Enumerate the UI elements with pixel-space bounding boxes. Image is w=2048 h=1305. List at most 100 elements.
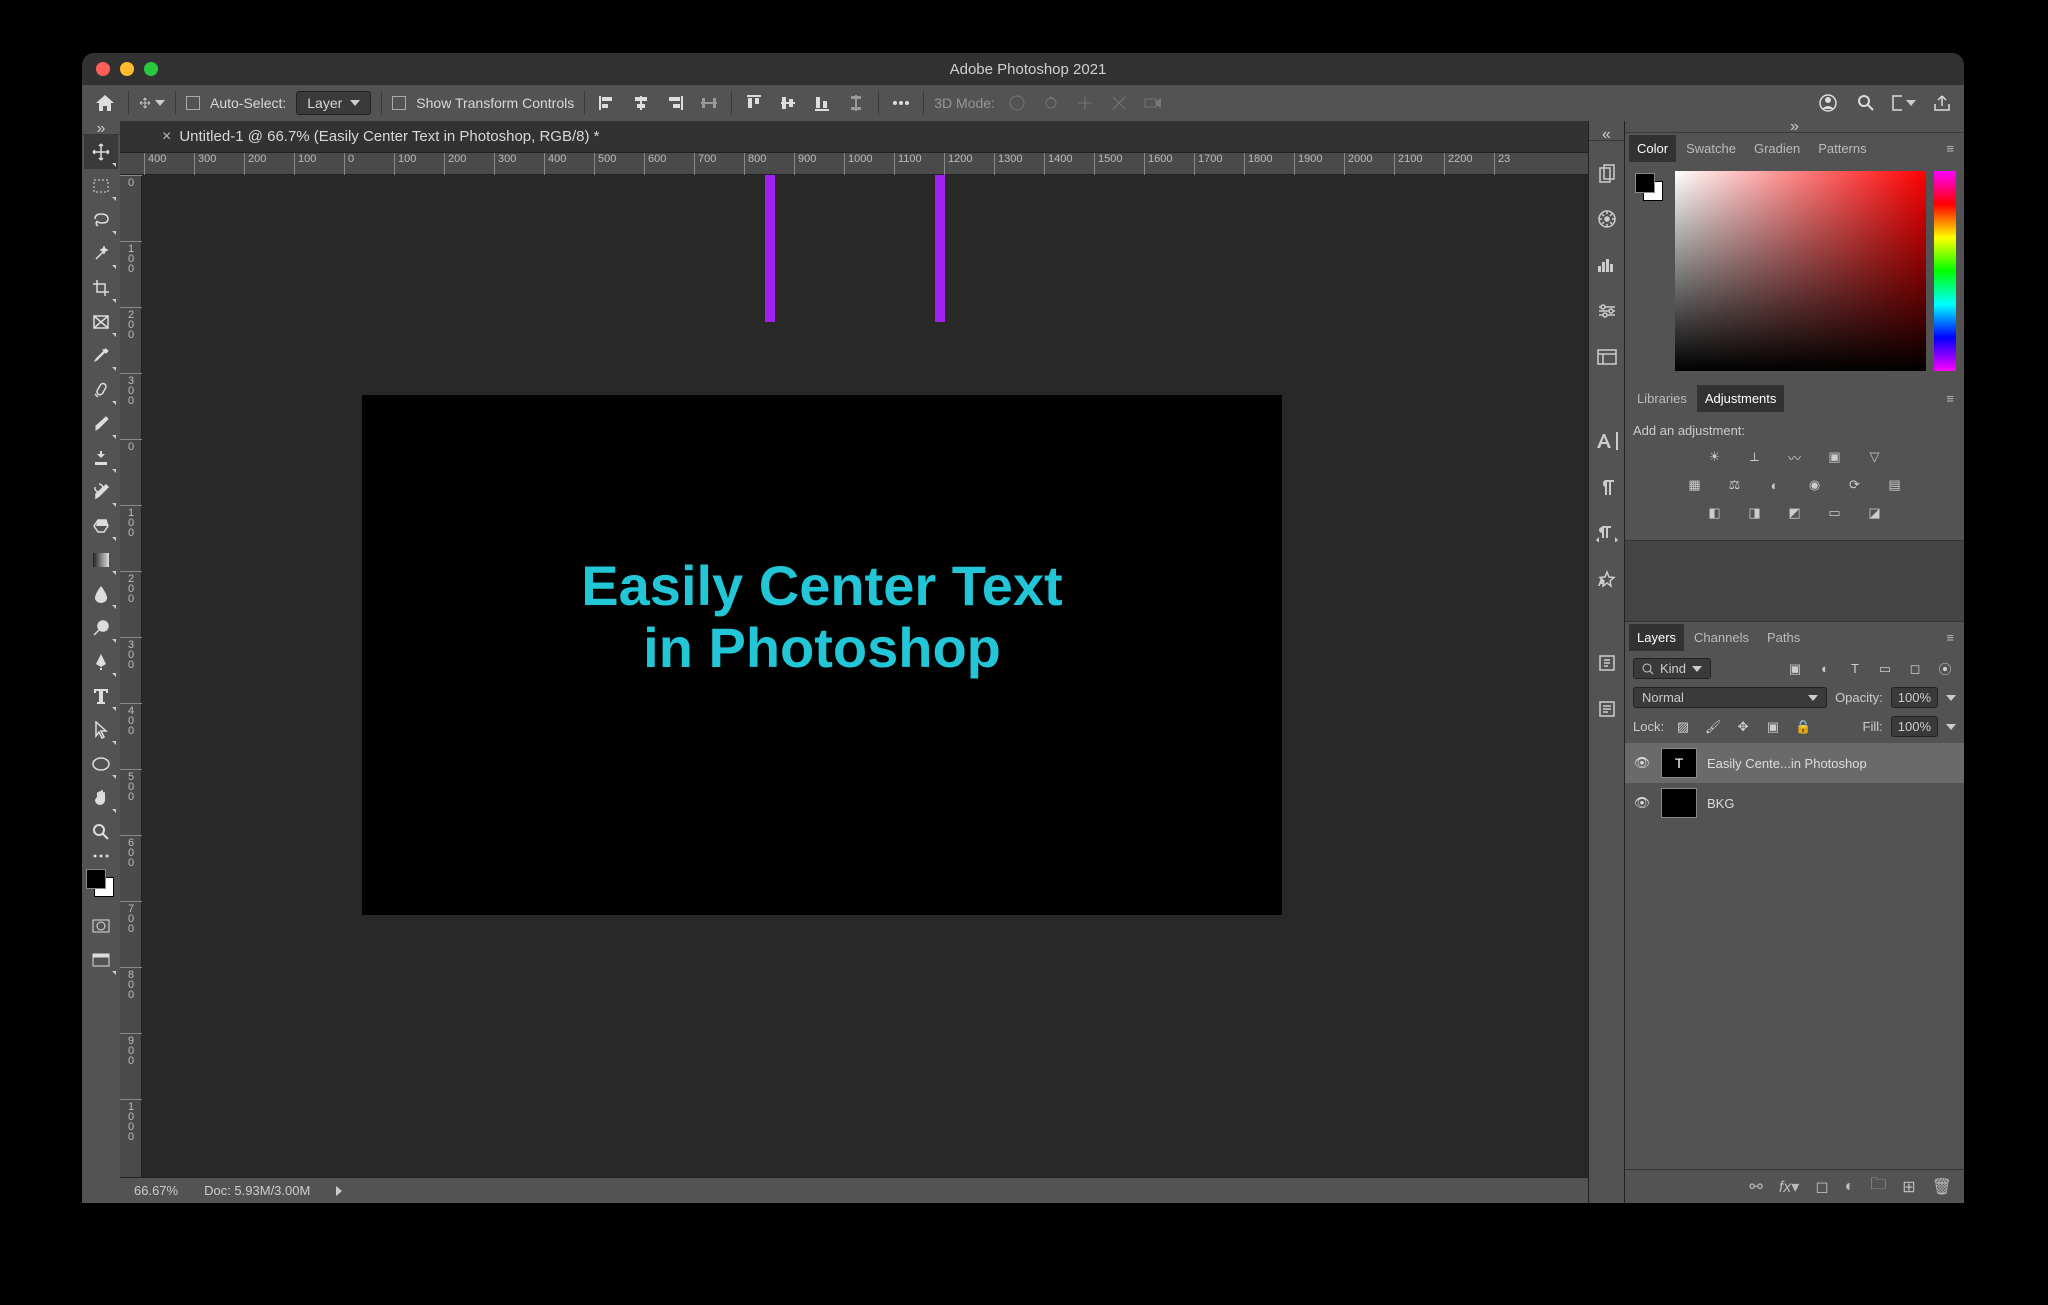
path-selection-tool[interactable] (84, 713, 118, 747)
toolbox-expand-icon[interactable]: » (82, 123, 120, 135)
layer-visibility-icon[interactable]: 👁 (1633, 755, 1651, 771)
adjustment-layer-icon[interactable]: ◐ (1845, 1178, 1855, 1196)
lock-pixels-icon[interactable]: 🖌 (1702, 718, 1724, 736)
panels-expand-icon[interactable]: » (1625, 121, 1964, 133)
filter-toggle[interactable]: ⦿ (1934, 660, 1956, 678)
window-close-button[interactable] (96, 62, 110, 76)
actions-panel-icon[interactable] (1593, 649, 1621, 677)
new-layer-icon[interactable]: ⊞ (1902, 1177, 1915, 1197)
layer-visibility-icon[interactable]: 👁 (1633, 795, 1651, 811)
invert-icon[interactable]: ◧ (1704, 504, 1726, 522)
tab-color[interactable]: Color (1629, 135, 1676, 162)
layer-row[interactable]: 👁 T Easily Cente...in Photoshop (1625, 743, 1964, 783)
tab-paths[interactable]: Paths (1759, 624, 1808, 651)
lock-artboard-icon[interactable]: ▣ (1762, 718, 1784, 736)
color-lookup-icon[interactable]: ▤ (1884, 476, 1906, 494)
threshold-icon[interactable]: ◩ (1784, 504, 1806, 522)
gradient-tool[interactable] (84, 543, 118, 577)
layer-filter-dropdown[interactable]: Kind (1633, 658, 1711, 679)
quick-mask-mode-button[interactable] (84, 909, 118, 943)
curves-icon[interactable]: 〰 (1784, 448, 1806, 466)
color-field[interactable] (1675, 171, 1926, 371)
link-layers-icon[interactable]: ⚯ (1749, 1177, 1762, 1197)
magic-wand-tool[interactable] (84, 237, 118, 271)
type-tool[interactable] (84, 679, 118, 713)
status-more-icon[interactable] (336, 1186, 342, 1196)
layer-group-icon[interactable]: 🗀 (1870, 1173, 1886, 1200)
layers-panel-menu-icon[interactable]: ≡ (1940, 626, 1960, 649)
filter-type-icon[interactable]: T (1844, 660, 1866, 678)
blur-tool[interactable] (84, 577, 118, 611)
color-fgbg-swatch[interactable] (1633, 171, 1667, 205)
adjustments-panel-menu-icon[interactable]: ≡ (1940, 387, 1960, 410)
frame-tool[interactable] (84, 305, 118, 339)
posterize-icon[interactable]: ◨ (1744, 504, 1766, 522)
eyedropper-tool[interactable] (84, 339, 118, 373)
layer-name[interactable]: Easily Cente...in Photoshop (1707, 756, 1867, 771)
blend-mode-dropdown[interactable]: Normal (1633, 687, 1827, 708)
vibrance-icon[interactable]: ▽ (1864, 448, 1886, 466)
channel-mixer-icon[interactable]: ⟳ (1844, 476, 1866, 494)
doc-size[interactable]: Doc: 5.93M/3.00M (204, 1183, 310, 1198)
foreground-background-color[interactable] (84, 867, 118, 903)
canvas-text-layer[interactable]: Easily Center Text in Photoshop (362, 555, 1282, 678)
dodge-tool[interactable] (84, 611, 118, 645)
navigator-panel-icon[interactable] (1593, 205, 1621, 233)
move-tool[interactable] (84, 135, 118, 169)
character-panel-icon[interactable] (1593, 427, 1621, 455)
tab-channels[interactable]: Channels (1686, 624, 1757, 651)
auto-select-dropdown[interactable]: Layer (296, 91, 371, 115)
histogram-panel-icon[interactable] (1593, 251, 1621, 279)
exposure-icon[interactable]: ▣ (1824, 448, 1846, 466)
filter-shape-icon[interactable]: ▭ (1874, 660, 1896, 678)
photo-filter-icon[interactable]: ◉ (1804, 476, 1826, 494)
align-top-edges-button[interactable] (742, 91, 766, 115)
layer-name[interactable]: BKG (1707, 796, 1734, 811)
tab-swatches[interactable]: Swatche (1678, 135, 1744, 162)
search-icon[interactable] (1854, 91, 1878, 115)
cloud-docs-icon[interactable] (1816, 91, 1840, 115)
align-right-edges-button[interactable] (663, 91, 687, 115)
align-left-edges-button[interactable] (595, 91, 619, 115)
glyphs-panel-icon[interactable] (1593, 519, 1621, 547)
move-tool-icon[interactable] (139, 90, 165, 116)
tab-patterns[interactable]: Patterns (1810, 135, 1874, 162)
show-transform-checkbox[interactable] (392, 96, 406, 110)
delete-layer-icon[interactable]: 🗑 (1932, 1177, 1952, 1197)
character-styles-panel-icon[interactable] (1593, 565, 1621, 593)
lock-position-icon[interactable]: ✥ (1732, 718, 1754, 736)
edit-toolbar-button[interactable] (84, 849, 118, 863)
paragraph-panel-icon[interactable] (1593, 473, 1621, 501)
tab-adjustments[interactable]: Adjustments (1697, 385, 1785, 412)
layer-mask-icon[interactable]: ◻ (1815, 1177, 1828, 1197)
canvas[interactable]: Easily Center Text in Photoshop (362, 395, 1282, 915)
history-brush-tool[interactable] (84, 475, 118, 509)
color-panel-menu-icon[interactable]: ≡ (1940, 137, 1960, 160)
levels-icon[interactable]: ⟂ (1744, 448, 1766, 466)
align-bottom-edges-button[interactable] (810, 91, 834, 115)
tab-libraries[interactable]: Libraries (1629, 385, 1695, 412)
filter-adjustment-icon[interactable]: ◐ (1814, 660, 1836, 678)
brightness-contrast-icon[interactable]: ☀ (1704, 448, 1726, 466)
close-tab-icon[interactable]: × (162, 128, 171, 146)
color-balance-icon[interactable]: ⚖ (1724, 476, 1746, 494)
hand-tool[interactable] (84, 781, 118, 815)
shape-tool[interactable] (84, 747, 118, 781)
zoom-tool[interactable] (84, 815, 118, 849)
window-minimize-button[interactable] (120, 62, 134, 76)
workspace-switcher-icon[interactable] (1892, 91, 1916, 115)
window-maximize-button[interactable] (144, 62, 158, 76)
lock-all-icon[interactable]: 🔒 (1792, 718, 1814, 736)
brush-tool[interactable] (84, 407, 118, 441)
distribute-vertical-button[interactable] (844, 91, 868, 115)
pen-tool[interactable] (84, 645, 118, 679)
tab-layers[interactable]: Layers (1629, 624, 1684, 651)
align-horizontal-centers-button[interactable] (629, 91, 653, 115)
layer-fx-icon[interactable]: fx▾ (1779, 1177, 1799, 1197)
screen-mode-button[interactable] (84, 943, 118, 977)
tab-gradients[interactable]: Gradien (1746, 135, 1808, 162)
align-vertical-centers-button[interactable] (776, 91, 800, 115)
selective-color-icon[interactable]: ◪ (1864, 504, 1886, 522)
zoom-level[interactable]: 66.67% (134, 1183, 178, 1198)
properties-panel-icon[interactable] (1593, 297, 1621, 325)
